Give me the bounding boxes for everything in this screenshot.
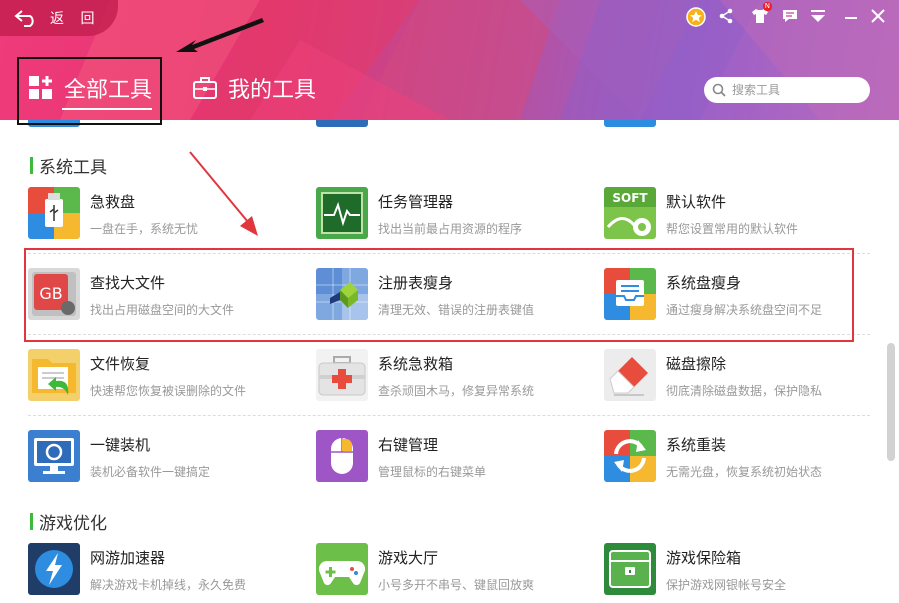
usb-rescue-icon [28,187,80,239]
tool-file-recovery[interactable]: 文件恢复 快速帮您恢复被误删除的文件 [28,349,298,405]
minimize-icon[interactable] [839,4,863,28]
share-icon[interactable] [714,4,738,28]
annotation-box-all-tools [17,57,162,125]
tool-rescue-disk[interactable]: 急救盘 一盘在手，系统无忧 [28,187,298,243]
previous-row-icon-peek [604,120,656,127]
tool-right-click-manager[interactable]: 右键管理 管理鼠标的右键菜单 [316,430,586,486]
tool-game-accelerator[interactable]: 网游加速器 解决游戏卡机掉线，永久免费 [28,543,298,599]
tool-name: 一键装机 [90,436,151,454]
tool-name: 系统重装 [666,436,727,454]
tool-one-click-install[interactable]: 一键装机 装机必备软件一键搞定 [28,430,298,486]
tool-task-manager[interactable]: 任务管理器 找出当前最占用资源的程序 [316,187,586,243]
tool-description: 查杀顽固木马，修复异常系统 [378,384,535,398]
tool-description: 装机必备软件一键搞定 [90,465,211,479]
first-aid-kit-icon [316,349,368,401]
tool-description: 管理鼠标的右键菜单 [378,465,487,479]
eraser-icon [604,349,656,401]
tool-default-software[interactable]: SOFT 默认软件 帮您设置常用的默认软件 [604,187,874,243]
tool-description: 彻底清除磁盘数据，保护隐私 [666,384,823,398]
tool-description: 小号多开不串号、键鼠回放爽 [378,578,535,592]
back-arrow-icon [14,10,34,27]
lightning-icon [28,543,80,595]
tool-system-first-aid[interactable]: 系统急救箱 查杀顽固木马，修复异常系统 [316,349,586,405]
tool-description: 快速帮您恢复被误删除的文件 [90,384,247,398]
soft-gear-icon: SOFT [604,187,656,239]
tool-system-reinstall[interactable]: 系统重装 无需光盘，恢复系统初始状态 [604,430,874,486]
notification-badge: N [762,2,772,11]
section-accent-bar [30,512,33,530]
tool-name: 文件恢复 [90,355,151,373]
tool-name: 系统急救箱 [378,355,454,373]
close-icon[interactable] [866,4,890,28]
tool-name: 游戏保险箱 [666,549,742,567]
tool-disk-wipe[interactable]: 磁盘擦除 彻底清除磁盘数据，保护隐私 [604,349,874,405]
tool-list: 系统工具 急救盘 一盘在手，系统无忧 任务管理器 找出当前最占用资源的程序 SO… [0,120,883,603]
annotation-box-highlighted-row [24,248,854,342]
tool-name: 任务管理器 [378,193,454,211]
monitor-install-icon [28,430,80,482]
tool-name: 右键管理 [378,436,439,454]
previous-row-icon-peek [316,120,368,127]
tool-description: 一盘在手，系统无忧 [90,222,199,236]
back-label: 返 回 [50,11,101,27]
search-icon [712,83,726,97]
reinstall-arrows-icon [604,430,656,482]
back-button[interactable]: 返 回 [0,0,118,36]
svg-text:SOFT: SOFT [612,191,648,205]
tool-description: 找出当前最占用资源的程序 [378,222,523,236]
tool-game-hall[interactable]: 游戏大厅 小号多开不串号、键鼠回放爽 [316,543,586,599]
tool-name: 磁盘擦除 [666,355,727,373]
search-input[interactable] [732,83,862,97]
task-monitor-icon [316,187,368,239]
safe-box-icon [604,543,656,595]
tab-my-tools[interactable]: 我的工具 [192,66,316,110]
tool-description: 无需光盘，恢复系统初始状态 [666,465,823,479]
tool-game-safe[interactable]: 游戏保险箱 保护游戏网银帐号安全 [604,543,874,599]
section-title-game-optimization: 游戏优化 [30,511,107,534]
tool-description: 帮您设置常用的默认软件 [666,222,799,236]
row-divider [28,415,870,416]
scrollbar-thumb[interactable] [887,343,895,461]
tool-description: 解决游戏卡机掉线，永久免费 [90,578,247,592]
tool-name: 急救盘 [90,193,136,211]
message-icon[interactable] [778,4,802,28]
tool-name: 网游加速器 [90,549,166,567]
search-box[interactable] [704,77,870,103]
folder-restore-icon [28,349,80,401]
briefcase-icon [193,77,217,99]
tool-name: 游戏大厅 [378,549,439,567]
tool-description: 保护游戏网银帐号安全 [666,578,787,592]
window-controls: N [684,2,899,28]
section-accent-bar [30,156,33,174]
gamepad-icon [316,543,368,595]
tab-my-tools-label: 我的工具 [228,78,317,103]
skin-shirt-icon[interactable]: N [748,2,772,28]
medal-icon[interactable] [684,4,708,28]
menu-dropdown-icon[interactable] [806,4,830,28]
tool-name: 默认软件 [666,193,727,211]
mouse-icon [316,430,368,482]
section-title-system-tools: 系统工具 [30,155,107,178]
